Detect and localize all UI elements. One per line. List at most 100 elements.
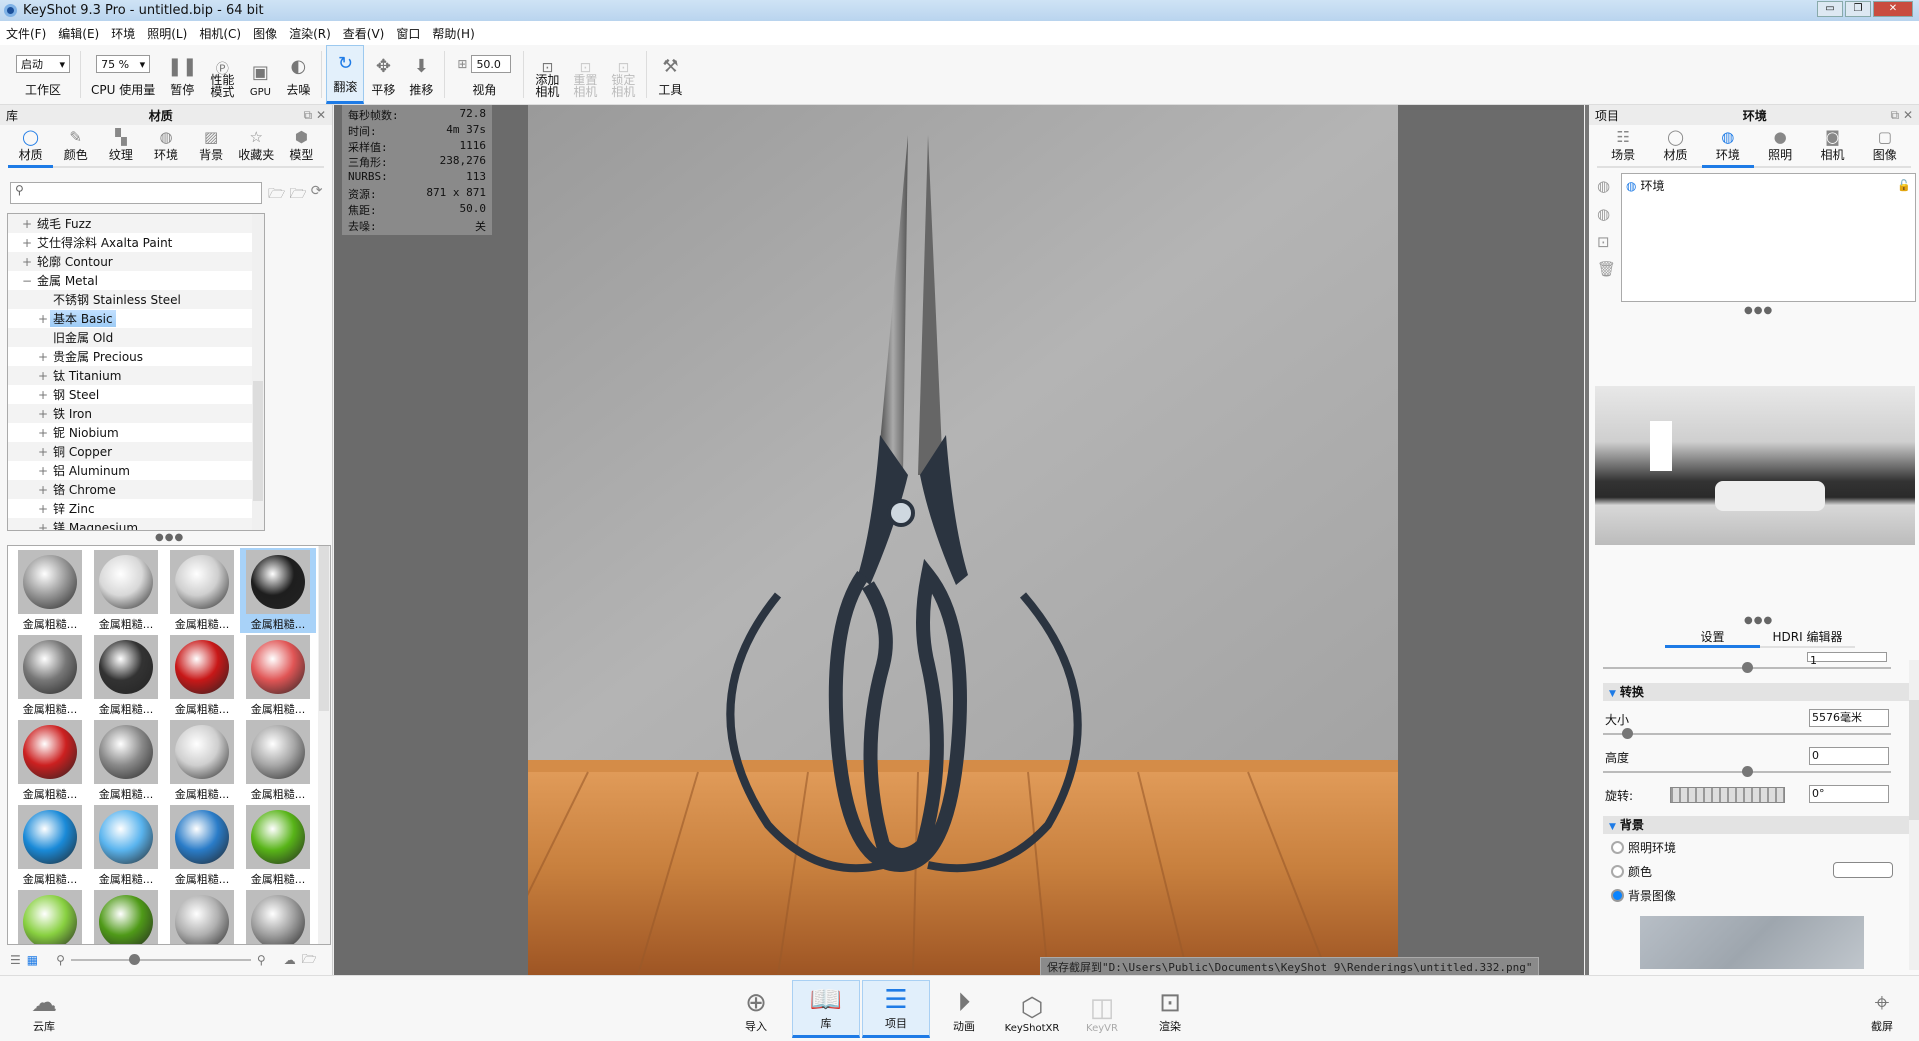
material-thumbnail[interactable]: 金属粗糙... xyxy=(240,548,316,633)
menu-image[interactable]: 图像 xyxy=(253,25,277,42)
tab-colors[interactable]: ✎ 颜色 xyxy=(53,128,98,166)
tree-item[interactable]: + 艾仕得涂料 Axalta Paint xyxy=(8,233,264,252)
tree-item[interactable]: + 铬 Chrome xyxy=(8,480,264,499)
rotation-dial[interactable] xyxy=(1670,787,1785,803)
cpu-usage-select[interactable]: 75 % ▾ xyxy=(96,55,151,73)
background-color-swatch[interactable] xyxy=(1833,862,1893,878)
size-input[interactable]: 5576毫米 xyxy=(1809,709,1889,727)
close-button[interactable]: ✕ xyxy=(1873,1,1913,17)
height-input[interactable]: 0 xyxy=(1809,747,1889,765)
menu-camera[interactable]: 相机(C) xyxy=(199,25,241,42)
dolly-button[interactable]: ⬇ 推移 xyxy=(402,45,440,104)
material-thumbnail[interactable]: 金属粗糙... xyxy=(12,888,88,944)
cloud-library-button[interactable]: ☁ 云库 xyxy=(10,980,78,1038)
tree-item[interactable]: + 轮廓 Contour xyxy=(8,252,264,271)
material-thumbnail[interactable]: 金属粗糙... xyxy=(12,633,88,718)
undock-icon[interactable]: ⧉ xyxy=(1891,108,1900,122)
keyvr-button[interactable]: ◫ KeyVR xyxy=(1068,980,1136,1038)
contrast-slider[interactable] xyxy=(1603,662,1891,673)
tab-environments[interactable]: ◍ 环境 xyxy=(143,128,188,166)
material-thumbnail[interactable]: 金属粗糙... xyxy=(240,633,316,718)
environment-list-item[interactable]: ◍ 环境 🔓 xyxy=(1622,174,1915,197)
menu-environment[interactable]: 环境 xyxy=(111,25,135,42)
tab-scene[interactable]: ☷ 场景 xyxy=(1597,128,1649,166)
reset-camera-button[interactable]: ⊡ 重置 相机 xyxy=(566,45,604,104)
resize-handle[interactable]: ●●● xyxy=(155,532,184,543)
expander-icon[interactable]: + xyxy=(36,483,50,497)
add-folder-icon[interactable]: 🗁 xyxy=(268,183,285,207)
tree-item[interactable]: 不锈钢 Stainless Steel xyxy=(8,290,264,309)
tab-lighting[interactable]: ● 照明 xyxy=(1754,128,1806,166)
realtime-render[interactable] xyxy=(528,105,1398,975)
tumble-button[interactable]: ↻ 翻滚 xyxy=(326,45,365,104)
project-button[interactable]: ☰ 项目 xyxy=(862,980,930,1038)
undock-icon[interactable]: ⧉ xyxy=(304,108,313,122)
tools-button[interactable]: ⚒ 工具 xyxy=(651,45,689,104)
contrast-input[interactable]: 1 xyxy=(1807,652,1887,667)
add-from-camera-icon[interactable]: ⊡ xyxy=(1597,233,1610,251)
zoom-out-icon[interactable]: ⚲ xyxy=(56,953,65,967)
material-thumbnail[interactable]: 金属粗糙... xyxy=(240,803,316,888)
denoise-button[interactable]: ◐ 去噪 xyxy=(279,45,317,104)
add-environment-icon[interactable]: ◍ xyxy=(1597,205,1610,223)
expander-icon[interactable]: + xyxy=(36,521,50,531)
expander-icon[interactable]: − xyxy=(20,274,34,288)
expander-icon[interactable]: + xyxy=(36,350,50,364)
tree-item[interactable]: + 钢 Steel xyxy=(8,385,264,404)
material-thumbnail[interactable]: 金属粗糙... xyxy=(240,888,316,944)
tree-item[interactable]: + 铁 Iron xyxy=(8,404,264,423)
restore-button[interactable]: ❐ xyxy=(1845,1,1871,17)
height-slider[interactable] xyxy=(1603,766,1891,777)
material-thumbnail[interactable]: 金属粗糙... xyxy=(164,803,240,888)
pan-button[interactable]: ✥ 平移 xyxy=(364,45,402,104)
tree-item[interactable]: + 铝 Aluminum xyxy=(8,461,264,480)
expander-icon[interactable]: + xyxy=(36,445,50,459)
trash-icon[interactable]: 🗑 xyxy=(1597,260,1616,278)
expander-icon[interactable]: + xyxy=(20,236,34,250)
library-button[interactable]: 📖 库 xyxy=(792,980,860,1038)
settings-scrollbar[interactable] xyxy=(1909,660,1919,970)
workspace-select[interactable]: 启动 ▾ xyxy=(16,55,70,73)
material-thumbnail[interactable]: 金属粗糙... xyxy=(164,718,240,803)
tab-backgrounds[interactable]: ▨ 背景 xyxy=(189,128,234,166)
tab-models[interactable]: ⬢ 模型 xyxy=(279,128,324,166)
tab-hdri-editor[interactable]: HDRI 编辑器 xyxy=(1760,628,1855,646)
material-thumbnail[interactable]: 金属粗糙... xyxy=(88,803,164,888)
tree-item[interactable]: − 金属 Metal xyxy=(8,271,264,290)
refresh-icon[interactable]: ⟳ xyxy=(311,183,323,207)
add-camera-button[interactable]: ⊡ 添加 相机 xyxy=(528,45,566,104)
zoom-in-icon[interactable]: ⚲ xyxy=(257,953,266,967)
expander-icon[interactable]: + xyxy=(36,464,50,478)
menu-edit[interactable]: 编辑(E) xyxy=(58,25,99,42)
tree-item[interactable]: + 绒毛 Fuzz xyxy=(8,214,264,233)
expander-icon[interactable]: + xyxy=(36,502,50,516)
expander-icon[interactable]: + xyxy=(36,369,50,383)
background-image-preview[interactable] xyxy=(1640,916,1864,969)
tab-materials[interactable]: ◯ 材质 xyxy=(8,128,54,168)
expander-icon[interactable]: + xyxy=(36,388,50,402)
rotation-input[interactable]: 0° xyxy=(1809,785,1889,803)
tree-scrollbar[interactable] xyxy=(252,214,264,530)
material-thumbnail[interactable]: 金属粗糙... xyxy=(88,888,164,944)
close-panel-icon[interactable]: ✕ xyxy=(1903,108,1913,122)
transform-section-header[interactable]: ▼ 转换 xyxy=(1603,683,1909,701)
material-thumbnail[interactable]: 金属粗糙... xyxy=(88,718,164,803)
material-thumbnail[interactable]: 金属粗糙... xyxy=(12,548,88,633)
tree-item[interactable]: + 铜 Copper xyxy=(8,442,264,461)
grid-view-icon[interactable]: ▦ xyxy=(27,953,38,967)
menu-file[interactable]: 文件(F) xyxy=(6,25,46,42)
gpu-button[interactable]: ▣ GPU xyxy=(241,45,279,104)
material-thumbnail[interactable]: 金属粗糙... xyxy=(12,718,88,803)
material-thumbnail[interactable]: 金属粗糙... xyxy=(164,633,240,718)
expander-icon[interactable]: + xyxy=(20,217,34,231)
material-thumbnail[interactable]: 金属粗糙... xyxy=(88,633,164,718)
background-section-header[interactable]: ▼ 背景 xyxy=(1603,816,1909,834)
tab-image[interactable]: ▢ 图像 xyxy=(1859,128,1911,166)
tree-item[interactable]: 旧金属 Old xyxy=(8,328,264,347)
cloud-upload-icon[interactable]: ☁ xyxy=(284,953,296,967)
bg-option-image[interactable]: 背景图像 xyxy=(1611,887,1676,904)
menu-lighting[interactable]: 照明(L) xyxy=(147,25,187,42)
minimize-button[interactable]: ▭ xyxy=(1817,1,1843,17)
resize-handle[interactable]: ●●● xyxy=(1744,615,1773,626)
screenshot-button[interactable]: ⌖ 截屏 xyxy=(1848,980,1916,1038)
